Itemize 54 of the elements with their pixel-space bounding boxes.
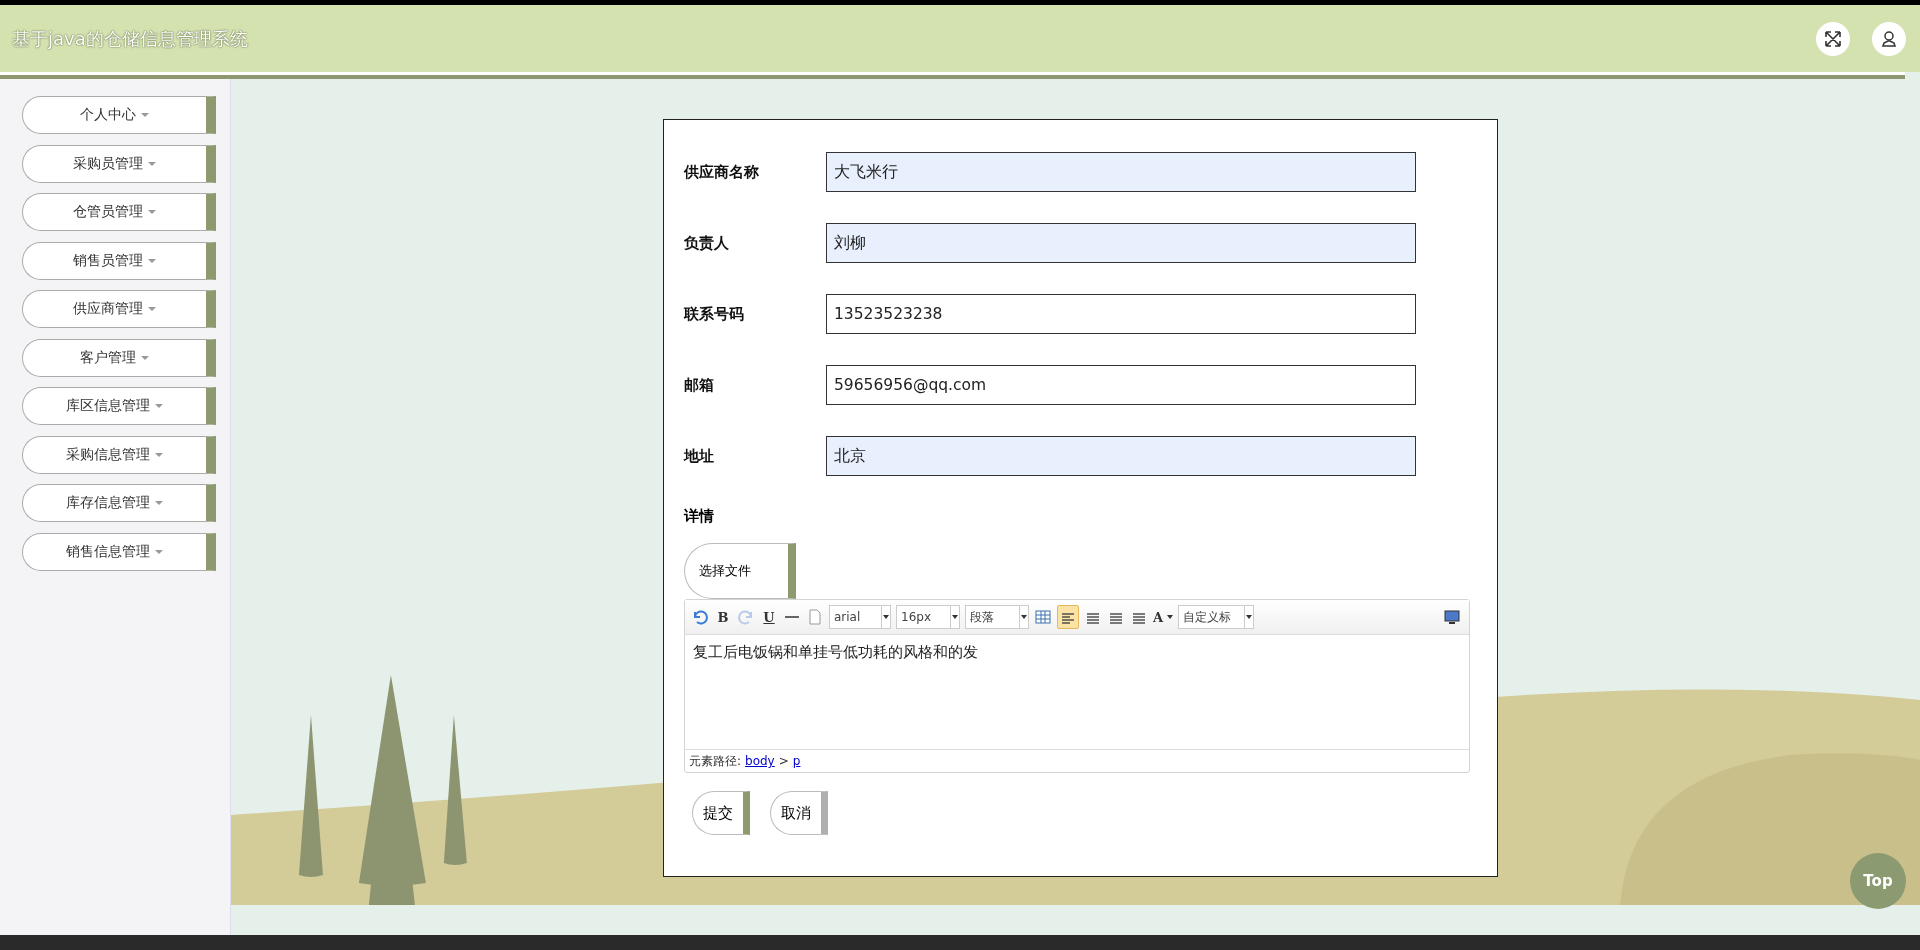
nav-item[interactable]: 客户管理 [22, 338, 216, 377]
nav-item[interactable]: 采购员管理 [22, 144, 216, 183]
nav-item[interactable]: 仓管员管理 [22, 193, 216, 231]
fullscreen-icon[interactable] [1816, 21, 1850, 56]
nav-item[interactable]: 采购信息管理 [22, 435, 216, 474]
toolbar-dropdown[interactable]: 16px [896, 605, 960, 629]
caret-icon [141, 355, 149, 360]
field-label: 联系号码 [684, 304, 745, 324]
submit-button[interactable]: 提交 [692, 791, 750, 835]
field-label: 地址 [684, 446, 715, 466]
nav-item[interactable]: 库存信息管理 [22, 484, 216, 522]
caret-icon [148, 258, 156, 263]
caret-icon [148, 161, 156, 166]
nav-item[interactable]: 销售员管理 [22, 241, 216, 280]
choose-file-button[interactable]: 选择文件 [684, 543, 796, 599]
path-link[interactable]: body [745, 754, 775, 768]
nav-item[interactable]: 个人中心 [22, 96, 216, 134]
user-icon[interactable] [1872, 21, 1906, 56]
align-button[interactable] [1057, 605, 1079, 629]
caret-icon [155, 549, 163, 554]
align-icon [1109, 610, 1123, 624]
caret-icon [141, 113, 149, 117]
nav-item[interactable]: 销售信息管理 [22, 532, 216, 571]
path-link[interactable]: p [792, 754, 801, 768]
caret-icon [155, 404, 163, 408]
underline-button[interactable]: U [760, 606, 778, 628]
path-separator: > [778, 754, 789, 768]
site-title: 基于java的仓储信息管理系统 [12, 26, 249, 51]
text-field[interactable]: 13523523238 [826, 294, 1416, 334]
align-icon [1086, 610, 1100, 624]
text-field[interactable]: 59656956@qq.com [826, 365, 1416, 405]
font-color-button[interactable]: A [1153, 606, 1174, 628]
cancel-button[interactable]: 取消 [770, 791, 828, 835]
field-label: 详情 [684, 507, 715, 526]
field-label: 邮箱 [684, 375, 715, 395]
toolbar-dropdown[interactable]: 段落 [965, 605, 1029, 629]
nav-item[interactable]: 库区信息管理 [22, 387, 216, 425]
nav-item[interactable]: 供应商管理 [22, 290, 216, 328]
text-field[interactable]: 大飞米行 [826, 152, 1416, 192]
path-label: 元素路径: [689, 752, 742, 770]
toolbar-dropdown[interactable]: arial [829, 605, 891, 629]
align-icon [1132, 610, 1146, 624]
bold-button[interactable]: B [714, 606, 732, 628]
text-field[interactable]: 刘柳 [826, 223, 1416, 263]
field-label: 负责人 [684, 233, 730, 253]
field-label: 供应商名称 [684, 162, 760, 182]
caret-icon [155, 501, 163, 505]
text-field[interactable]: 北京 [826, 436, 1416, 476]
align-icon [1061, 610, 1075, 624]
caret-icon [155, 452, 163, 457]
caret-icon [148, 210, 156, 214]
toolbar-dropdown[interactable]: 自定义标 [1178, 605, 1255, 629]
editor-content[interactable]: 复工后电饭锅和单挂号低功耗的风格和的发 [685, 635, 1469, 749]
caret-icon [148, 307, 156, 311]
